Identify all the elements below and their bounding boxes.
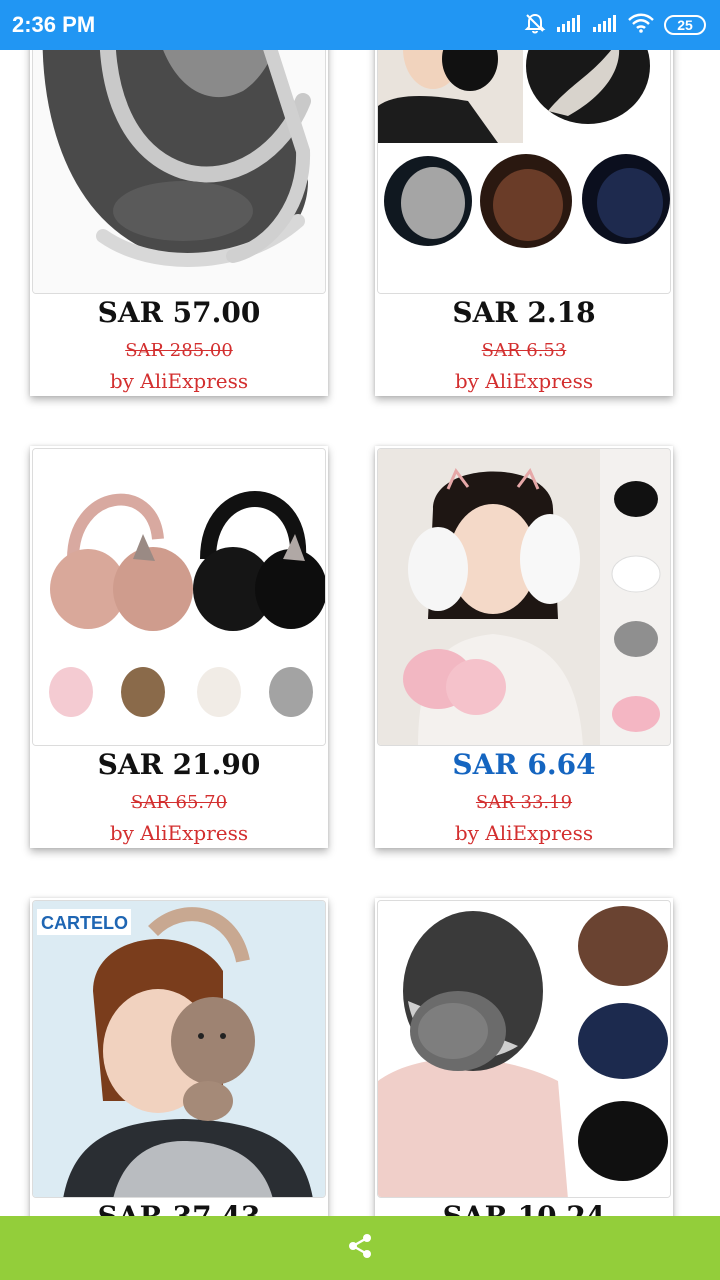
product-seller: by AliExpress: [109, 821, 249, 845]
product-card[interactable]: SAR 21.90 SAR 65.70 by AliExpress: [30, 446, 328, 848]
product-price: SAR 57.00: [97, 296, 261, 329]
share-icon[interactable]: [345, 1231, 375, 1265]
signal-icon: [592, 13, 618, 37]
status-icons: 25: [524, 12, 706, 38]
product-card[interactable]: SAR 2.18 SAR 6.53 by AliExpress: [375, 0, 673, 396]
product-price: SAR 6.64: [452, 748, 596, 781]
product-old-price: SAR 285.00: [125, 340, 233, 361]
product-card[interactable]: SAR 10.24: [375, 898, 673, 1238]
product-seller: by AliExpress: [454, 369, 594, 393]
brand-logo: CARTELO: [41, 913, 128, 933]
signal-icon: [556, 13, 582, 37]
product-card[interactable]: CARTELO SAR 37.43: [30, 898, 328, 1238]
product-image[interactable]: CARTELO: [32, 900, 326, 1198]
product-old-price: SAR 6.53: [481, 340, 567, 361]
product-card[interactable]: SAR 6.64 SAR 33.19 by AliExpress: [375, 446, 673, 848]
status-bar: 2:36 PM 25: [0, 0, 720, 50]
product-seller: by AliExpress: [454, 821, 594, 845]
notifications-off-icon: [524, 12, 546, 38]
wifi-icon: [628, 13, 654, 37]
product-seller: by AliExpress: [109, 369, 249, 393]
product-price: SAR 21.90: [97, 748, 261, 781]
product-card[interactable]: SAR 57.00 SAR 285.00 by AliExpress: [30, 0, 328, 396]
status-time: 2:36 PM: [12, 12, 96, 37]
product-image[interactable]: [377, 448, 671, 746]
product-image[interactable]: [32, 448, 326, 746]
bottom-share-bar: [0, 1216, 720, 1280]
product-old-price: SAR 33.19: [475, 792, 573, 813]
product-old-price: SAR 65.70: [130, 792, 228, 813]
product-image[interactable]: [377, 900, 671, 1198]
battery-icon: 25: [664, 15, 706, 35]
product-grid: SAR 57.00 SAR 285.00 by AliExpress SAR 2…: [0, 0, 720, 1280]
product-price: SAR 2.18: [452, 296, 596, 329]
